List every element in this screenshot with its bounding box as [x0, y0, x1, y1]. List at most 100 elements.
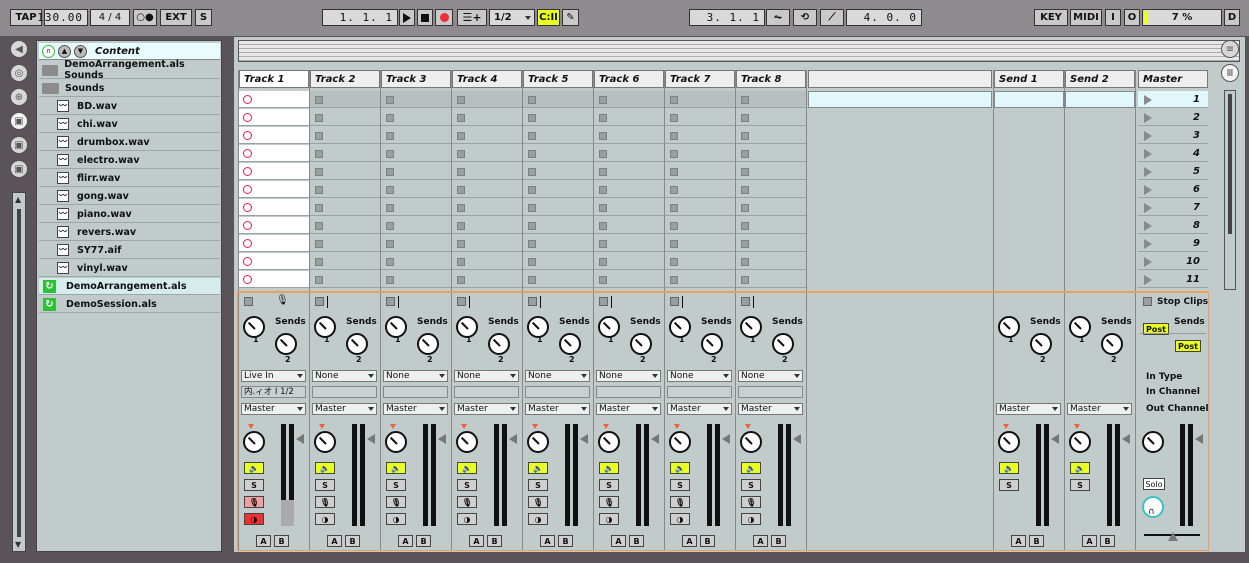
- clip-stop-button[interactable]: [528, 168, 536, 176]
- track-activator-button[interactable]: 🔈: [457, 462, 477, 474]
- punch-out-button[interactable]: ⟋: [820, 9, 844, 26]
- clip-stop-button[interactable]: [457, 258, 465, 266]
- output-type-dropdown[interactable]: Master: [454, 403, 519, 415]
- clip-stop-button[interactable]: [457, 150, 465, 158]
- crossfade-b-button[interactable]: B: [771, 535, 786, 547]
- draw-mode-button[interactable]: ✎: [562, 9, 579, 26]
- clip-stop-button[interactable]: [315, 222, 323, 230]
- monitor-button[interactable]: ◑: [528, 513, 548, 525]
- arm-button[interactable]: 🎙: [386, 496, 406, 508]
- monitor-button[interactable]: ◑: [670, 513, 690, 525]
- record-arm-slot-icon[interactable]: [243, 221, 252, 230]
- output-type-dropdown[interactable]: Master: [241, 403, 306, 415]
- volume-fader-handle[interactable]: [580, 434, 588, 444]
- clip-stop-button[interactable]: [386, 96, 394, 104]
- solo-button[interactable]: S: [244, 479, 264, 491]
- tempo-field[interactable]: 130.00: [37, 9, 88, 26]
- return-output-dropdown[interactable]: Master: [1067, 403, 1132, 415]
- crossfade-b-button[interactable]: B: [1029, 535, 1044, 547]
- clip-stop-button[interactable]: [315, 132, 323, 140]
- solo-mode-button[interactable]: Solo: [1143, 478, 1165, 490]
- pan-knob[interactable]: [456, 431, 478, 453]
- browser-item[interactable]: 〰 BD.wav: [39, 98, 220, 115]
- track-activator-button[interactable]: 🔈: [599, 462, 619, 474]
- clip-stop-button[interactable]: [670, 258, 678, 266]
- track-header[interactable]: Track 4: [452, 70, 522, 88]
- browser-item[interactable]: 〰 revers.wav: [39, 224, 220, 241]
- return-output-dropdown[interactable]: Master: [996, 403, 1061, 415]
- scene-launch-icon[interactable]: [1144, 185, 1152, 195]
- browser-item[interactable]: ↻ DemoArrangement.als: [39, 278, 220, 295]
- crossfade-a-button[interactable]: A: [753, 535, 768, 547]
- input-channel-dropdown[interactable]: [312, 386, 377, 398]
- input-type-dropdown[interactable]: None: [667, 370, 732, 382]
- clip-stop-button[interactable]: [741, 276, 749, 284]
- record-arm-slot-icon[interactable]: [243, 257, 252, 266]
- clip-stop-button[interactable]: [670, 114, 678, 122]
- down-arrow-icon[interactable]: ▼: [74, 44, 87, 58]
- crossfade-a-button[interactable]: A: [540, 535, 555, 547]
- pan-knob[interactable]: [1069, 431, 1091, 453]
- session-scroll-thumb[interactable]: [1228, 94, 1232, 234]
- clip-stop-button[interactable]: [315, 258, 323, 266]
- scene-launch-icon[interactable]: [1144, 149, 1152, 159]
- key-map-button[interactable]: KEY: [1034, 9, 1068, 26]
- clip-stop-button[interactable]: [599, 276, 607, 284]
- clip-stop-button[interactable]: [528, 114, 536, 122]
- clip-stop-button[interactable]: [670, 240, 678, 248]
- loop-switch-button[interactable]: ⟲: [793, 9, 817, 26]
- clip-stop-button[interactable]: [528, 276, 536, 284]
- scene-launch-icon[interactable]: [1144, 257, 1152, 267]
- clip-stop-button[interactable]: [670, 96, 678, 104]
- live-devices-button[interactable]: ◎: [10, 64, 28, 82]
- stop-clip-button[interactable]: [599, 297, 608, 306]
- scene-launch-icon[interactable]: [1144, 275, 1152, 285]
- crossfade-a-button[interactable]: A: [1082, 535, 1097, 547]
- scene-launch-icon[interactable]: [1144, 131, 1152, 141]
- scene-launch-icon[interactable]: [1144, 239, 1152, 249]
- clip-stop-button[interactable]: [670, 222, 678, 230]
- input-channel-dropdown[interactable]: [738, 386, 803, 398]
- output-type-dropdown[interactable]: Master: [596, 403, 661, 415]
- send-b-knob[interactable]: [701, 333, 723, 355]
- track-activator-button[interactable]: 🔈: [670, 462, 690, 474]
- clip-stop-button[interactable]: [741, 204, 749, 212]
- send-b-knob[interactable]: [772, 333, 794, 355]
- browser-item[interactable]: DemoArrangement.als Sounds: [39, 59, 220, 81]
- crossfade-a-button[interactable]: A: [398, 535, 413, 547]
- clip-stop-button[interactable]: [315, 96, 323, 104]
- hide-browser-button[interactable]: ◀: [10, 40, 28, 58]
- punch-in-button[interactable]: ⏦: [766, 9, 790, 26]
- midi-map-button[interactable]: MIDI: [1070, 9, 1102, 26]
- clip-stop-button[interactable]: [315, 168, 323, 176]
- pan-knob[interactable]: [669, 431, 691, 453]
- input-type-dropdown[interactable]: None: [738, 370, 803, 382]
- clip-stop-button[interactable]: [741, 96, 749, 104]
- quantize-dropdown[interactable]: 1/2: [489, 9, 535, 26]
- time-signature-field[interactable]: 4 / 4: [90, 9, 130, 26]
- crossfade-a-button[interactable]: A: [682, 535, 697, 547]
- return-solo-button[interactable]: S: [1070, 479, 1090, 491]
- stop-clip-button[interactable]: [741, 297, 750, 306]
- record-button[interactable]: [435, 9, 453, 26]
- scene-launch-icon[interactable]: [1144, 113, 1152, 123]
- output-type-dropdown[interactable]: Master: [525, 403, 590, 415]
- solo-button[interactable]: S: [670, 479, 690, 491]
- clip-stop-button[interactable]: [670, 150, 678, 158]
- stop-clip-button[interactable]: [315, 297, 324, 306]
- volume-fader-handle[interactable]: [1051, 434, 1059, 444]
- return-activator-button[interactable]: 🔈: [1070, 462, 1090, 474]
- clip-stop-button[interactable]: [528, 186, 536, 194]
- stop-clip-button[interactable]: [528, 297, 537, 306]
- clip-stop-button[interactable]: [386, 276, 394, 284]
- clip-stop-button[interactable]: [599, 96, 607, 104]
- input-type-dropdown[interactable]: None: [454, 370, 519, 382]
- scroll-thumb[interactable]: [17, 209, 21, 537]
- clip-stop-button[interactable]: [741, 240, 749, 248]
- pan-knob[interactable]: [740, 431, 762, 453]
- arm-button[interactable]: 🎙: [741, 496, 761, 508]
- clip-stop-button[interactable]: [528, 96, 536, 104]
- input-channel-dropdown[interactable]: [525, 386, 590, 398]
- solo-button[interactable]: S: [386, 479, 406, 491]
- arm-button[interactable]: 🎙: [315, 496, 335, 508]
